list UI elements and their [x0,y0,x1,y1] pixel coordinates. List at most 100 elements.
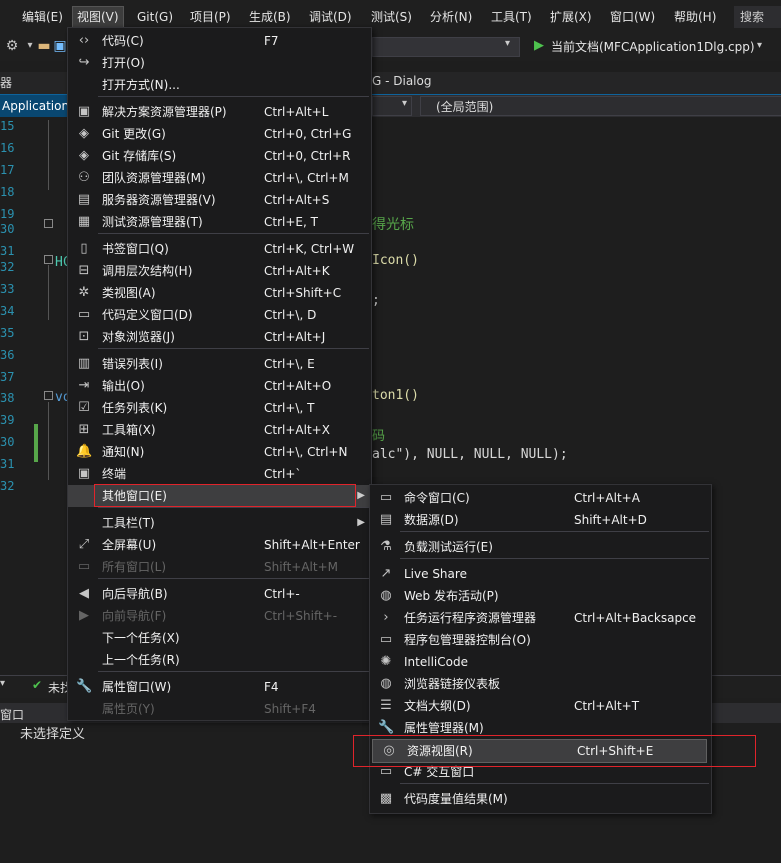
view-menu-item[interactable]: ▥ 错误列表(I) Ctrl+\, E [68,353,371,375]
view-menu-item[interactable]: ▤ 服务器资源管理器(V) Ctrl+Alt+S [68,189,371,211]
menu-item-label: 对象浏览器(J) [102,330,175,344]
menu-2[interactable]: Git(G) [133,7,177,27]
view-menu-item[interactable]: ⇥ 输出(O) Ctrl+Alt+O [68,375,371,397]
other-windows-menu-item[interactable]: ▭ 程序包管理器控制台(O) [370,629,711,651]
menu-item-shortcut: F7 [264,34,279,48]
view-menu-item: 属性页(Y) Shift+F4 [68,698,371,720]
chevron-down-icon[interactable]: ▾ [402,98,407,109]
other-windows-menu-item[interactable]: ◍ Web 发布活动(P) [370,585,711,607]
menu-6[interactable]: 测试(S) [367,7,416,27]
view-menu-item[interactable]: ▣ 终端 Ctrl+` [68,463,371,485]
view-menu-item[interactable]: ⊞ 工具箱(X) Ctrl+Alt+X [68,419,371,441]
run-target-button[interactable]: 当前文档(MFCApplication1Dlg.cpp) [551,38,755,55]
menu-11[interactable]: 帮助(H) [670,7,720,27]
view-menu-item[interactable]: ◈ Git 存储库(S) Ctrl+0, Ctrl+R [68,145,371,167]
view-menu-item[interactable]: 🔧 属性窗口(W) F4 [68,676,371,698]
line-number: 30 [0,222,15,236]
menu-10[interactable]: 窗口(W) [606,7,659,27]
highlight-box [353,735,756,767]
project-selector[interactable]: Application1 [0,95,68,117]
submenu-arrow-icon: ▶ [357,517,365,528]
toolbox-icon: ⊞ [78,422,90,437]
view-menu-item[interactable]: ⊡ 对象浏览器(J) Ctrl+Alt+J [68,326,371,348]
menu-7[interactable]: 分析(N) [426,7,476,27]
search-box[interactable]: 搜索 [734,6,781,28]
fold-toggle[interactable] [44,255,53,264]
other-windows-menu-item[interactable]: ✺ IntelliCode [370,651,711,673]
menu-item-shortcut: Shift+Alt+D [574,513,647,527]
tab-dialog[interactable]: G - Dialog [372,74,431,88]
view-menu-item[interactable]: 打开方式(N)... [68,74,371,96]
menu-item-label: 属性管理器(M) [404,721,484,735]
menu-4[interactable]: 生成(B) [245,7,295,27]
fold-toggle[interactable] [44,391,53,400]
menu-item-shortcut: Ctrl+Alt+J [264,330,326,344]
view-menu-item[interactable]: ⚇ 团队资源管理器(M) Ctrl+\, Ctrl+M [68,167,371,189]
line-number: 31 [0,244,15,258]
view-menu-item[interactable]: ✲ 类视图(A) Ctrl+Shift+C [68,282,371,304]
view-menu-item[interactable]: ▦ 测试资源管理器(T) Ctrl+E, T [68,211,371,233]
line-number: 17 [0,163,15,177]
view-menu-item[interactable]: ◀ 向后导航(B) Ctrl+- [68,583,371,605]
class-view-icon: ✲ [78,285,90,300]
menu-3[interactable]: 项目(P) [186,7,235,27]
view-menu-item[interactable]: 工具栏(T) ▶ [68,512,371,534]
view-menu-item[interactable]: ☑ 任务列表(K) Ctrl+\, T [68,397,371,419]
other-windows-menu-item[interactable]: ▤ 数据源(D) Shift+Alt+D [370,509,711,531]
other-windows-menu-item[interactable]: ☰ 文档大纲(D) Ctrl+Alt+T [370,695,711,717]
fold-toggle[interactable] [44,219,53,228]
view-menu-item[interactable]: 🔔 通知(N) Ctrl+\, Ctrl+N [68,441,371,463]
menu-1[interactable]: 视图(V) [72,6,124,28]
chevron-down-icon[interactable]: ▾ [0,678,5,689]
menu-item-shortcut: Shift+F4 [264,702,316,716]
menu-separator [98,96,369,97]
menu-item-shortcut: Ctrl+Alt+L [264,105,329,119]
menu-item-label: 代码(C) [102,34,144,48]
chevron-down-icon[interactable]: ▾ [505,38,510,49]
view-menu-item[interactable]: ▭ 代码定义窗口(D) Ctrl+\, D [68,304,371,326]
chevron-down-icon[interactable]: ▾ [757,40,762,51]
view-menu-item[interactable]: ↪ 打开(O) [68,52,371,74]
view-menu-item: ▭ 所有窗口(L) Shift+Alt+M [68,556,371,578]
menu-separator [98,507,369,508]
menu-item-shortcut: Ctrl+Alt+X [264,423,330,437]
code-fragment: ; [372,293,380,308]
menu-item-shortcut: Shift+Alt+M [264,560,338,574]
menu-item-shortcut: Shift+Alt+Enter [264,538,360,552]
task-list-icon: ☑ [78,400,90,415]
tab-solution-explorer[interactable]: 器 [0,74,12,91]
other-windows-menu-item[interactable]: ◍ 浏览器链接仪表板 [370,673,711,695]
view-menu-item[interactable]: 上一个任务(R) [68,649,371,671]
menu-5[interactable]: 调试(D) [305,7,356,27]
menu-separator [400,783,709,784]
other-windows-menu-item[interactable]: › 任务运行程序资源管理器 Ctrl+Alt+Backsapce [370,607,711,629]
view-menu-item[interactable]: ⊟ 调用层次结构(H) Ctrl+Alt+K [68,260,371,282]
other-windows-menu-item[interactable]: ▭ 命令窗口(C) Ctrl+Alt+A [370,487,711,509]
view-menu-item[interactable]: ◈ Git 更改(G) Ctrl+0, Ctrl+G [68,123,371,145]
menu-item-label: 文档大纲(D) [404,699,471,713]
view-menu-item[interactable]: ▯ 书签窗口(Q) Ctrl+K, Ctrl+W [68,238,371,260]
output-text: 未选择定义 [20,727,86,742]
other-windows-menu-item[interactable]: ▩ 代码度量值结果(M) [370,788,711,810]
package-manager-console-icon: ▭ [379,632,393,647]
menu-item-shortcut: Ctrl+Alt+T [574,699,640,713]
save-icon[interactable]: ▣ [52,37,68,55]
command-window-icon: ▭ [379,490,393,505]
folder-icon[interactable]: ▬ [36,37,52,55]
view-menu-item[interactable]: 下一个任务(X) [68,627,371,649]
play-icon[interactable]: ▶ [534,38,544,53]
open-icon: ↪ [78,55,90,70]
view-menu-item[interactable]: ▣ 解决方案资源管理器(P) Ctrl+Alt+L [68,101,371,123]
indent-guide [48,402,49,480]
menu-9[interactable]: 扩展(X) [546,7,596,27]
menu-8[interactable]: 工具(T) [487,7,536,27]
view-menu-item[interactable]: ⤢ 全屏幕(U) Shift+Alt+Enter [68,534,371,556]
other-windows-menu-item[interactable]: ⚗ 负载测试运行(E) [370,536,711,558]
menu-item-shortcut: Ctrl+Shift+C [264,286,342,300]
menu-0[interactable]: 编辑(E) [18,7,67,27]
solution-config-combo[interactable] [372,37,520,57]
menu-item-shortcut: Ctrl+Alt+K [264,264,330,278]
settings-icon[interactable]: ⚙ [4,37,20,55]
view-menu-item[interactable]: ‹› 代码(C) F7 [68,30,371,52]
other-windows-menu-item[interactable]: ↗ Live Share [370,563,711,585]
